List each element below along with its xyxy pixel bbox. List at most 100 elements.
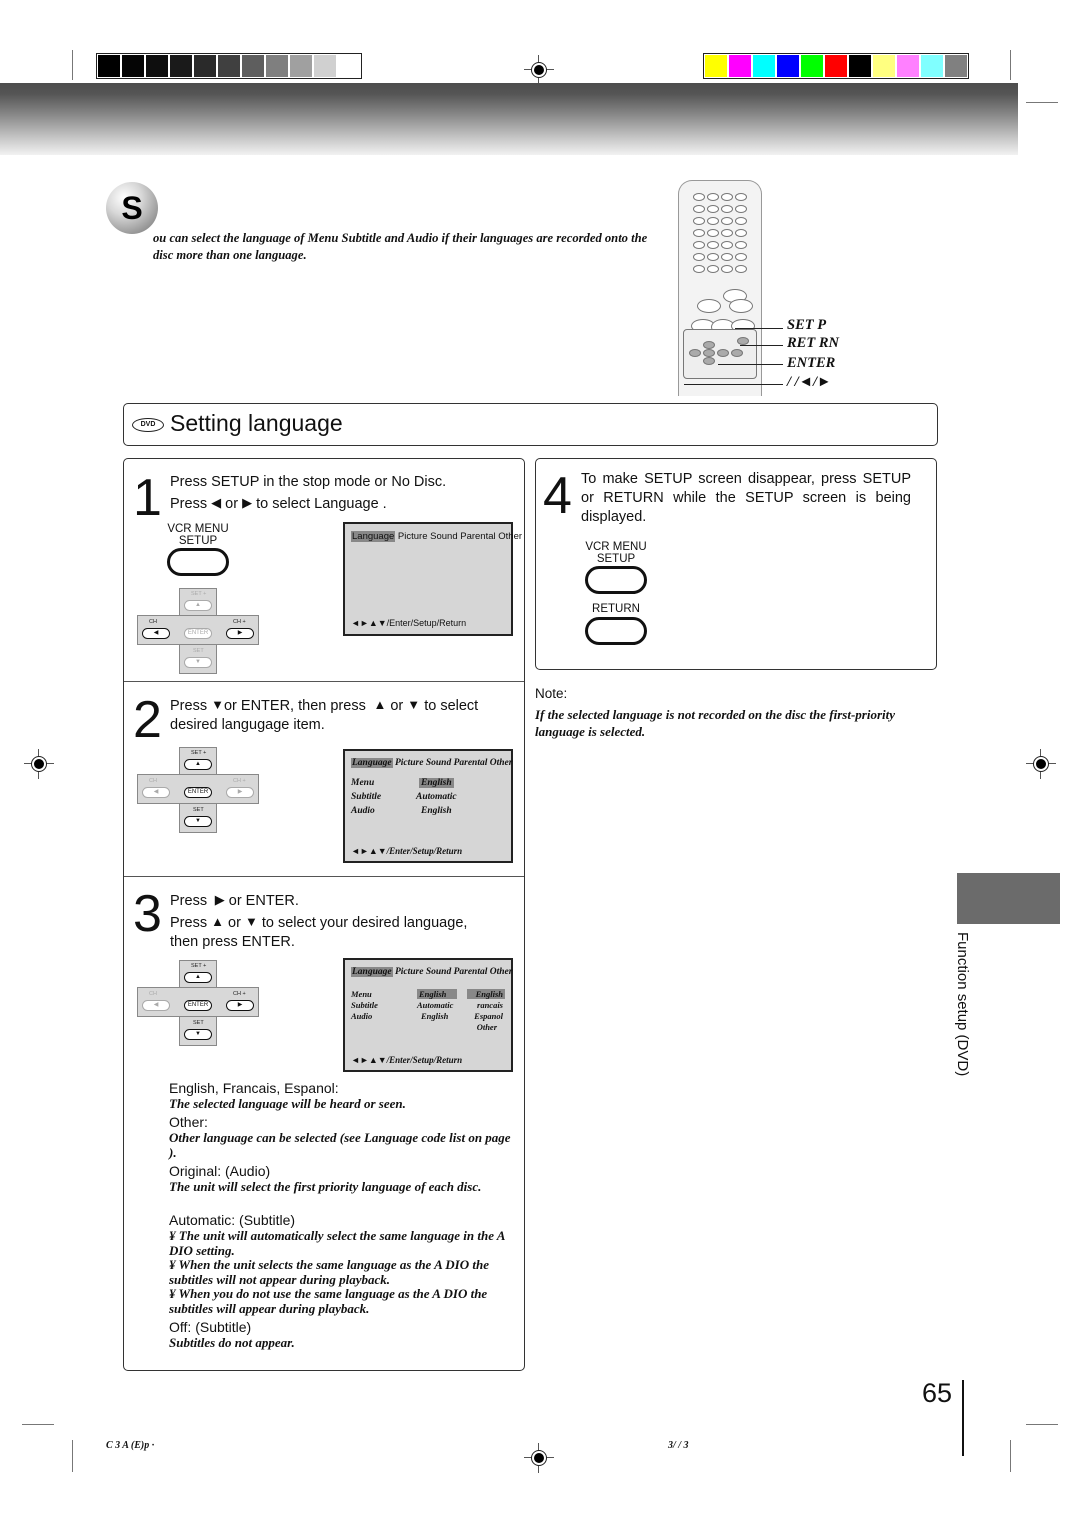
callout-return: RET RN	[787, 335, 839, 351]
remote-button	[735, 205, 747, 213]
remote-button	[693, 217, 705, 225]
remote-button	[693, 229, 705, 237]
text: Press	[170, 915, 208, 931]
osd-row-label: Subtitle	[351, 792, 382, 802]
osd-tabs-rest: Picture Sound Parental Other	[392, 758, 513, 768]
crop-mark	[1010, 50, 1011, 80]
osd-footer: ◄►▲▼/Enter/Setup/Return	[351, 846, 463, 856]
osd-row-value: English	[419, 778, 454, 788]
remote-button	[737, 337, 749, 345]
text: Press	[170, 496, 208, 512]
down-button[interactable]: ▼	[184, 816, 212, 827]
remote-button	[717, 349, 729, 357]
down-button[interactable]: ▼	[184, 657, 212, 668]
enter-button[interactable]: ENTER	[184, 787, 212, 798]
osd-row-label: Audio	[351, 806, 375, 816]
up-button[interactable]: ▲	[184, 759, 212, 770]
osd-row-value: English	[417, 989, 457, 999]
divider	[124, 876, 524, 877]
crop-mark	[72, 1440, 73, 1472]
callout-line	[684, 384, 783, 385]
label-line: VCR MENU	[585, 541, 647, 553]
remote-button	[693, 253, 705, 261]
remote-button	[735, 193, 747, 201]
remote-button	[693, 193, 705, 201]
remote-button	[693, 205, 705, 213]
right-button[interactable]: ▶	[226, 787, 254, 798]
setup-button[interactable]	[585, 566, 647, 594]
left-button[interactable]: ◀	[142, 628, 170, 639]
remote-button	[735, 229, 747, 237]
up-button[interactable]: ▲	[184, 972, 212, 983]
text: or	[228, 915, 241, 931]
option-bullet: ¥ When you do not use the same language …	[169, 1286, 488, 1316]
left-arrow-icon: ◀	[211, 495, 222, 510]
remote-button	[707, 253, 719, 261]
text: to select your desired language,	[261, 915, 468, 931]
color-swatch	[849, 55, 871, 77]
remote-button	[703, 341, 715, 349]
callout-enter: ENTER	[787, 355, 836, 371]
color-swatch	[314, 55, 336, 77]
up-arrow-icon: ▲	[211, 914, 224, 929]
right-button[interactable]: ▶	[226, 628, 254, 639]
color-swatch	[146, 55, 168, 77]
left-button[interactable]: ◀	[142, 1000, 170, 1011]
osd-footer: ◄►▲▼/Enter/Setup/Return	[351, 1055, 463, 1065]
color-swatch	[873, 55, 895, 77]
dpad-step3: SET + ▲ CH ◀ CH + ▶ ENTER SET ▼	[137, 960, 259, 1046]
osd-row-label: Subtitle	[351, 1000, 378, 1010]
section-badge: S	[106, 182, 158, 234]
down-button[interactable]: ▼	[184, 1029, 212, 1040]
osd-row-label: Menu	[351, 778, 375, 788]
step1-line2: Press ◀ or ▶ to select Language .	[170, 493, 387, 514]
up-button[interactable]: ▲	[184, 600, 212, 611]
color-swatch	[921, 55, 943, 77]
label-line: SETUP	[178, 535, 218, 547]
remote-button	[735, 265, 747, 273]
left-button[interactable]: ◀	[142, 787, 170, 798]
section-title: Setting language	[170, 410, 343, 436]
text: or ENTER.	[228, 893, 299, 909]
option-heading: Other:	[169, 1114, 208, 1130]
remote-button	[735, 217, 747, 225]
option-description: The selected language will be heard or s…	[169, 1096, 406, 1111]
step-number: 3	[133, 885, 162, 943]
osd-tabs: Language Picture Sound Parental Other	[351, 531, 522, 542]
note-heading: Note:	[535, 686, 568, 701]
color-swatch	[242, 55, 264, 77]
remote-button	[735, 253, 747, 261]
remote-button	[693, 241, 705, 249]
right-button[interactable]: ▶	[226, 1000, 254, 1011]
callout-line	[718, 364, 783, 365]
callout-setup: SET P	[787, 317, 827, 333]
footer-date-code: 3/ / 3	[668, 1440, 689, 1451]
remote-button	[721, 217, 733, 225]
crop-mark	[72, 50, 73, 80]
remote-button	[707, 217, 719, 225]
dpad-step2: SET + ▲ CH ◀ CH + ▶ ENTER SET ▼	[137, 747, 259, 833]
setup-button-label: VCR MENU SETUP	[576, 541, 656, 565]
setup-button[interactable]	[167, 548, 229, 576]
right-arrow-icon: ▶	[211, 892, 225, 907]
text: or	[390, 698, 404, 714]
enter-button[interactable]: ENTER	[184, 628, 212, 639]
dpad-label: CH	[149, 619, 157, 625]
option-description: Other language can be selected (see Lang…	[169, 1130, 511, 1160]
osd-row-label: Audio	[351, 1011, 373, 1021]
osd-tabs: Language Picture Sound Parental Other	[351, 758, 512, 768]
dpad-label: SET +	[191, 963, 207, 969]
header-band	[0, 83, 1018, 155]
grayscale-calibration-bar	[96, 53, 362, 79]
dvd-logo-icon: DVD	[132, 418, 164, 432]
option-heading: Automatic: (Subtitle)	[169, 1212, 296, 1228]
chapter-label-text: Function setup (DVD)	[954, 932, 971, 1077]
step-number: 1	[133, 469, 162, 527]
remote-button	[707, 229, 719, 237]
return-button[interactable]	[585, 617, 647, 645]
enter-button[interactable]: ENTER	[184, 1000, 212, 1011]
badge-letter: S	[121, 189, 143, 226]
remote-button	[721, 265, 733, 273]
osd-tabs: Language Picture Sound Parental Other	[351, 967, 512, 977]
color-swatch	[777, 55, 799, 77]
